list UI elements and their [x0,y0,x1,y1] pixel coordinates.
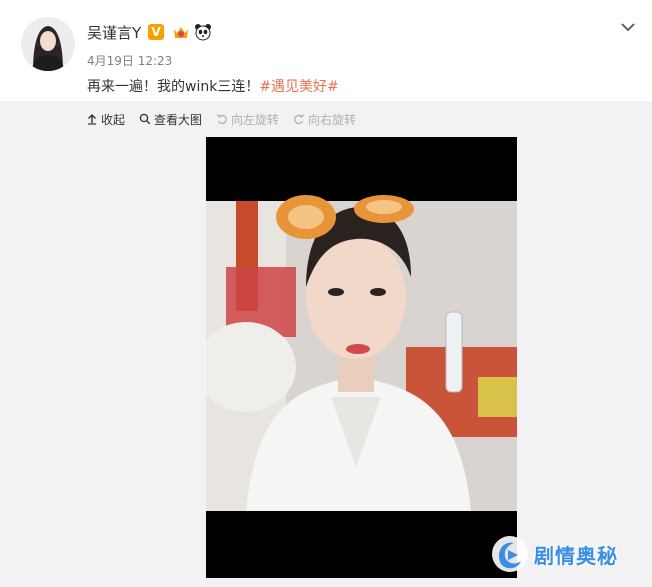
arrow-up-icon [88,114,96,125]
rotate-right-button[interactable]: 向右旋转 [293,111,356,128]
collapse-label: 收起 [101,112,126,127]
verified-badge[interactable]: V [148,24,164,40]
panda-badge-icon[interactable] [194,23,212,41]
search-icon [139,113,151,125]
watermark-text: 剧情奥秘 [534,543,618,568]
rotate-left-icon [216,114,227,125]
hashtag-link[interactable]: #遇见美好# [259,79,338,95]
rotate-left-label: 向左旋转 [231,112,280,127]
rotate-left-button[interactable]: 向左旋转 [216,111,279,128]
username[interactable]: 吴谨言Y [87,22,141,43]
media-toolbar: 收起 查看大图 向左旋转 向右旋转 [86,110,370,128]
view-large-button[interactable]: 查看大图 [139,111,202,128]
post-body: 再来一遍！我的wink三连！ [87,79,260,95]
vip-badge-icon[interactable] [172,24,190,40]
post-text: 再来一遍！我的wink三连！#遇见美好# [87,76,339,96]
weibo-post: 吴谨言Y V 4月19日 12:23 再来一遍！我的wink三连！#遇见美好# [0,0,652,587]
photo-scene [206,195,517,511]
view-large-label: 查看大图 [154,112,203,127]
rotate-right-label: 向右旋转 [308,112,357,127]
avatar[interactable] [21,17,75,71]
watermark-logo-icon [492,536,528,572]
rotate-right-icon [294,114,305,125]
chevron-down-icon[interactable] [620,18,636,32]
post-photo[interactable] [206,137,517,578]
post-timestamp[interactable]: 4月19日 12:23 [87,52,172,69]
watermark: 剧情奥秘 [490,530,640,578]
collapse-button[interactable]: 收起 [86,111,125,128]
